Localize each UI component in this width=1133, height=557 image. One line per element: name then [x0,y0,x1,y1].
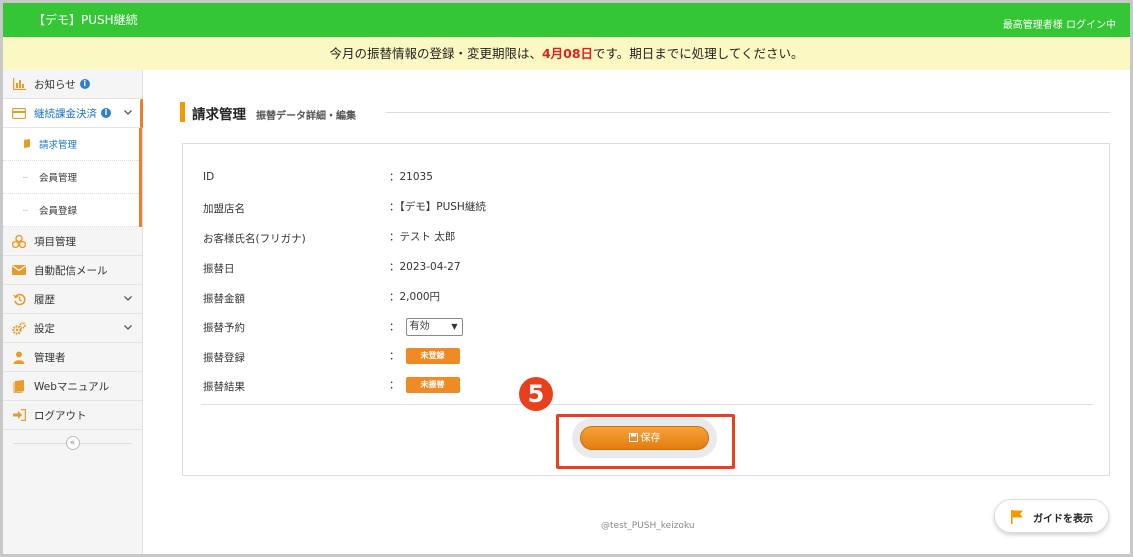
credit-card-icon [12,106,26,120]
sidebar-subitem-label: 会員管理 [39,173,78,184]
page-title: 請求管理 [192,107,246,123]
page-header: 請求管理 振替データ詳細・編集 [180,102,1110,123]
sidebar-item-news[interactable]: お知らせ i [3,70,142,99]
row-value: ：2023-04-27 [389,261,461,273]
deadline-notice: 今月の振替情報の登録・変更期限は、4月08日です。期日までに処理してください。 [3,37,1130,70]
sidebar-item-web-manual[interactable]: Webマニュアル [3,372,142,401]
flag-icon [1011,510,1023,524]
sidebar-subitem-members[interactable]: ┈ 会員管理 [3,161,139,194]
notice-suffix: です。期日までに処理してください。 [593,46,804,61]
sidebar-submenu: 請求管理 ┈ 会員管理 ┈ 会員登録 [3,128,142,227]
envelope-icon [12,263,26,277]
sidebar-item-admins[interactable]: 管理者 [3,343,142,372]
row-label: 振替金額 [203,293,245,305]
row-colon: ： [389,321,400,333]
user-icon [12,350,26,364]
chart-icon [12,77,26,91]
detail-row-transfer-date: 振替日 ：2023-04-27 [203,258,1083,278]
detail-card: ID ：21035 加盟店名 ：【デモ】PUSH継続 お客様氏名(フリガナ) ：… [182,143,1110,476]
show-guide-button[interactable]: ガイドを表示 [994,499,1109,533]
book-icon [12,379,26,393]
reservation-select[interactable]: 有効 ▼ [405,318,463,336]
book-icon [23,138,33,150]
top-header: 【デモ】PUSH継続 最高管理者様 ログイン中 [3,3,1130,37]
sidebar-item-label: 設定 [34,322,55,335]
sidebar-collapse: « [3,430,142,456]
notice-prefix: 今月の振替情報の登録・変更期限は、 [329,46,542,61]
page-subtitle: 振替データ詳細・編集 [256,111,356,122]
info-icon: i [79,79,90,89]
sidebar: お知らせ i 継続課金決済 i 請求管理 ┈ 会員管理 ┈ 会員登録 項目管理 … [3,70,143,554]
collapse-icon[interactable]: « [65,436,80,450]
detail-row-reservation: 振替予約 ： 有効 ▼ [203,317,1083,337]
guide-label: ガイドを表示 [1033,514,1093,525]
sidebar-item-label: ログアウト [34,409,87,422]
row-label: 振替予約 [203,322,245,334]
detail-row-id: ID ：21035 [203,168,1083,188]
title-accent-bar [180,102,185,122]
sidebar-subitem-label: 請求管理 [39,140,78,151]
row-value: ：21035 [389,171,433,183]
chevron-down-icon: ▼ [451,322,458,331]
sidebar-item-label: Webマニュアル [34,380,110,393]
detail-row-merchant: 加盟店名 ：【デモ】PUSH継続 [203,198,1083,218]
main-content: 請求管理 振替データ詳細・編集 ID ：21035 加盟店名 ：【デモ】PUSH… [144,70,1130,554]
detail-row-result: 振替結果 ： 未振替 [203,376,1083,396]
notice-deadline: 4月08日 [541,46,594,61]
row-label: 振替日 [203,263,235,275]
tree-line-icon: ┈ [23,205,28,215]
footer-copyright: @test_PUSH_keizoku [601,521,695,531]
sidebar-item-recurring-billing[interactable]: 継続課金決済 i [3,99,143,128]
sidebar-item-auto-mail[interactable]: 自動配信メール [3,256,142,285]
row-value: ： 未登録 [389,348,460,364]
sidebar-item-label: 履歴 [34,293,55,306]
row-colon: ： [389,379,400,391]
row-value: ： 有効 ▼ [389,318,463,336]
logout-icon [12,408,26,422]
sidebar-item-label: 自動配信メール [34,264,108,277]
registration-status-badge: 未登録 [405,348,460,364]
sidebar-item-fields[interactable]: 項目管理 [3,227,142,256]
row-value: ：【デモ】PUSH継続 [389,201,486,213]
sidebar-item-label: 管理者 [34,351,66,364]
detail-row-registration: 振替登録 ： 未登録 [203,347,1083,367]
row-label: 振替結果 [203,381,245,393]
sidebar-item-history[interactable]: 履歴 [3,285,142,314]
step-number-badge: 5 [519,377,553,411]
row-label: 振替登録 [203,352,245,364]
result-status-badge: 未振替 [405,377,460,393]
row-value: ：テスト 太郎 [389,231,456,243]
info-icon: i [101,108,111,118]
sidebar-subitem-label: 会員登録 [39,206,78,217]
gears-icon [12,321,26,335]
row-colon: ： [389,350,400,362]
sidebar-item-logout[interactable]: ログアウト [3,401,142,430]
row-label: ID [203,171,215,183]
tree-line-icon: ┈ [23,172,28,182]
chevron-down-icon[interactable] [123,107,133,117]
row-label: 加盟店名 [203,203,245,215]
card-divider [201,404,1093,405]
highlight-box [556,414,735,469]
sidebar-subitem-member-register[interactable]: ┈ 会員登録 [3,194,139,227]
sidebar-item-settings[interactable]: 設定 [3,314,142,343]
sidebar-item-label: お知らせ [34,78,76,91]
cubes-icon [12,234,26,248]
row-value: ：2,000円 [389,291,441,303]
detail-row-customer: お客様氏名(フリガナ) ：テスト 太郎 [203,228,1083,248]
detail-row-amount: 振替金額 ：2,000円 [203,288,1083,308]
app-window: 【デモ】PUSH継続 最高管理者様 ログイン中 今月の振替情報の登録・変更期限は… [0,0,1133,557]
login-status: 最高管理者様 ログイン中 [1002,20,1116,31]
chevron-down-icon[interactable] [123,293,133,303]
sidebar-subitem-billing[interactable]: 請求管理 [3,128,139,161]
sidebar-item-label: 項目管理 [34,235,76,248]
sidebar-item-label: 継続課金決済 [34,107,97,120]
row-value: ： 未振替 [389,377,460,393]
chevron-down-icon[interactable] [123,322,133,332]
row-label: お客様氏名(フリガナ) [203,233,306,245]
select-value: 有効 [409,321,430,332]
brand-name[interactable]: 【デモ】PUSH継続 [33,11,138,28]
title-divider [386,112,1110,113]
history-icon [12,292,26,306]
